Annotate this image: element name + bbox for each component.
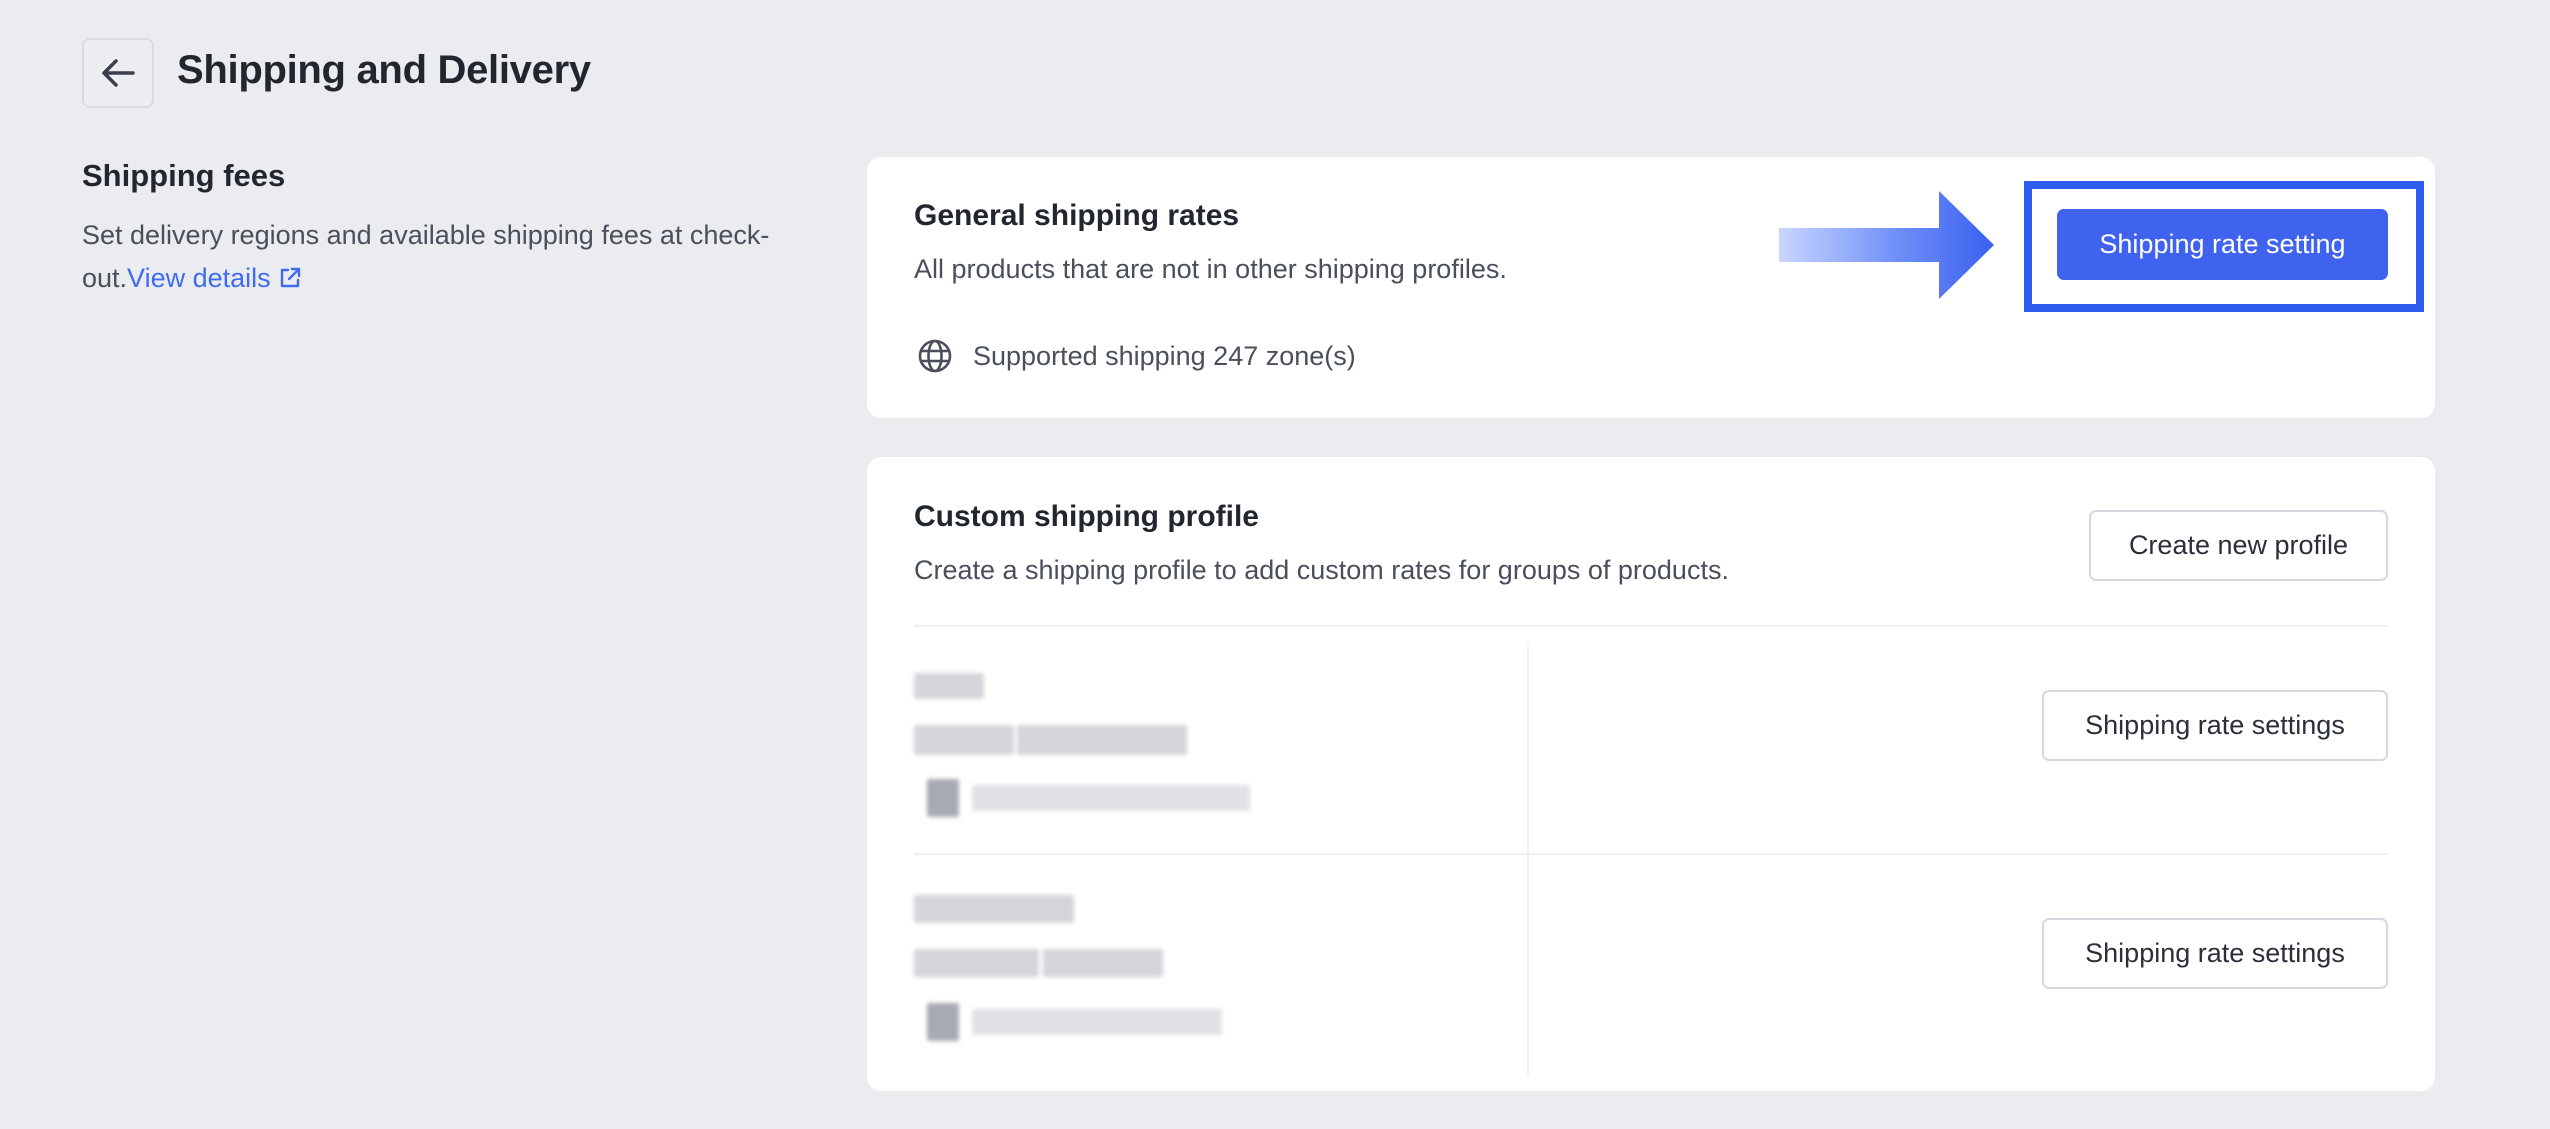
external-link-icon [280, 267, 300, 288]
blurred-profile-detail [914, 949, 1039, 977]
column-divider [1527, 642, 1529, 862]
profile-shipping-rate-settings-button[interactable]: Shipping rate settings [2042, 918, 2388, 989]
divider [914, 625, 2388, 627]
general-shipping-rates-card: General shipping rates All products that… [867, 157, 2435, 418]
divider [914, 853, 2388, 855]
back-button[interactable] [82, 38, 154, 108]
page-title: Shipping and Delivery [177, 48, 591, 92]
column-divider [1527, 862, 1529, 1077]
view-details-label: View details [127, 263, 271, 293]
page: Shipping and Delivery Shipping fees Set … [0, 0, 2550, 1129]
blurred-profile-zones [972, 785, 1250, 811]
blurred-profile-detail [1043, 949, 1163, 977]
general-rates-description: All products that are not in other shipp… [914, 254, 1507, 284]
supported-zones-row: Supported shipping 247 zone(s) [917, 338, 1356, 374]
section-title: Shipping fees [82, 158, 286, 193]
create-new-profile-button[interactable]: Create new profile [2089, 510, 2388, 581]
custom-profile-title: Custom shipping profile [914, 500, 1259, 533]
blurred-profile-zones [972, 1009, 1222, 1035]
blurred-icon [927, 1003, 959, 1041]
general-rates-title: General shipping rates [914, 199, 1240, 232]
blurred-profile-detail [1017, 725, 1187, 755]
view-details-link[interactable]: View details [127, 263, 303, 293]
pointer-arrow-icon [1779, 191, 1994, 299]
shipping-rate-setting-button[interactable]: Shipping rate setting [2057, 209, 2388, 280]
custom-shipping-profile-card: Custom shipping profile Create a shippin… [867, 457, 2435, 1091]
blurred-profile-name [914, 673, 984, 699]
profile-shipping-rate-settings-button[interactable]: Shipping rate settings [2042, 690, 2388, 761]
arrow-left-icon [102, 59, 135, 87]
custom-profile-description: Create a shipping profile to add custom … [914, 555, 1729, 585]
section-description: Set delivery regions and available shipp… [82, 214, 822, 300]
blurred-profile-name [914, 895, 1074, 923]
blurred-icon [927, 779, 959, 817]
globe-icon [918, 339, 952, 373]
blurred-profile-detail [914, 725, 1014, 755]
supported-zones-text: Supported shipping 247 zone(s) [973, 340, 1356, 371]
